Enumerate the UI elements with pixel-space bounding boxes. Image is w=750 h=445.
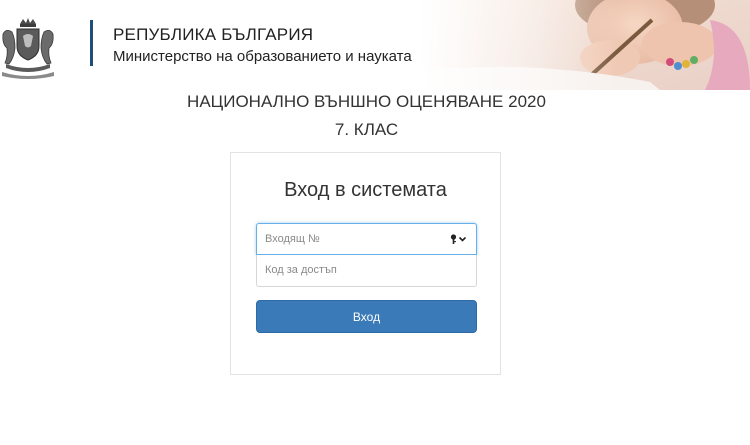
key-dropdown-icon[interactable] — [450, 233, 468, 245]
incoming-number-field — [256, 223, 477, 255]
login-form: Вход в системата Вход — [230, 152, 501, 375]
exam-grade: 7. КЛАС — [334, 120, 399, 139]
login-button[interactable]: Вход — [256, 300, 477, 333]
incoming-number-input[interactable] — [257, 224, 435, 254]
coat-of-arms-icon — [2, 18, 54, 79]
country-name: РЕПУБЛИКА БЪЛГАРИЯ — [113, 25, 314, 44]
login-fields — [256, 223, 477, 287]
ministry-heading: РЕПУБЛИКА БЪЛГАРИЯ Министерство на образ… — [113, 24, 412, 68]
header-photo — [420, 0, 750, 90]
header-divider — [90, 20, 93, 66]
login-title: Вход в системата — [284, 179, 447, 201]
access-code-input[interactable] — [257, 255, 435, 285]
ministry-name: Министерство на образованието и науката — [113, 48, 412, 65]
exam-title: НАЦИОНАЛНО ВЪНШНО ОЦЕНЯВАНЕ 2020 — [187, 92, 546, 111]
access-code-field — [256, 255, 477, 287]
site-header: РЕПУБЛИКА БЪЛГАРИЯ Министерство на образ… — [0, 0, 750, 90]
